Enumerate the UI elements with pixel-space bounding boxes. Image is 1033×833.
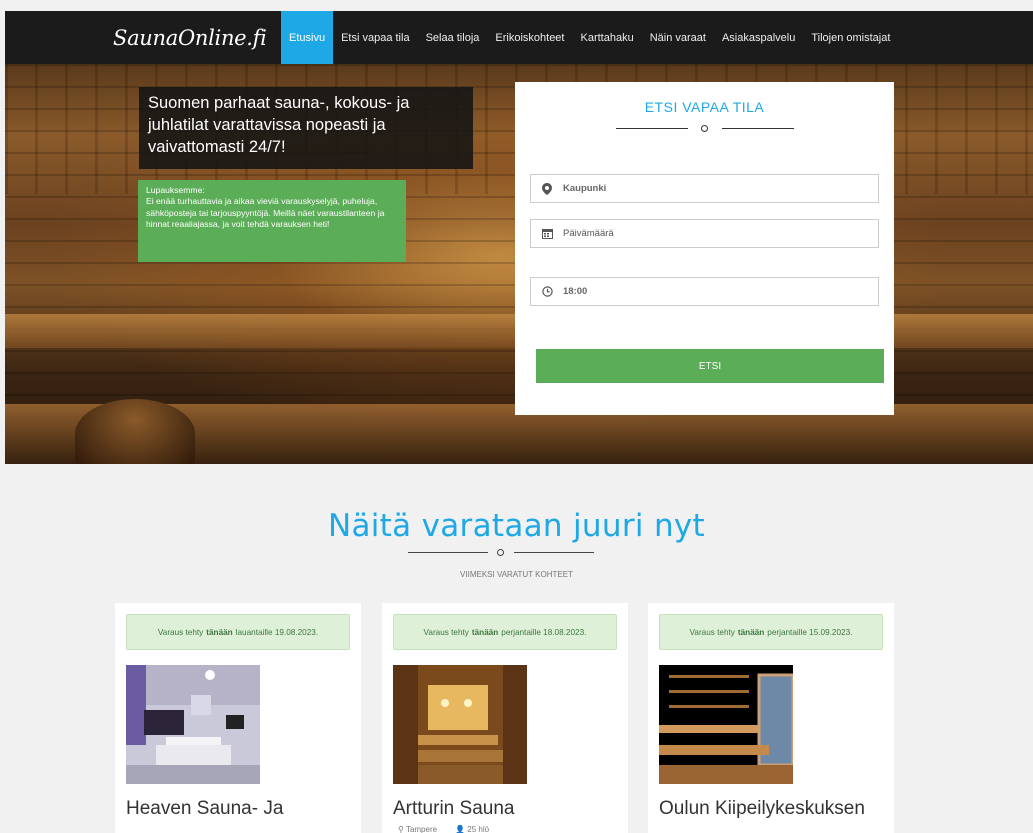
nav-item-nain-varaat[interactable]: Näin varaat bbox=[642, 11, 714, 64]
listing-image[interactable] bbox=[659, 665, 793, 784]
section-subtitle: VIIMEKSI VARATUT KOHTEET bbox=[460, 570, 573, 579]
nav-item-etsi-vapaa-tila[interactable]: Etsi vapaa tila bbox=[333, 11, 417, 64]
listing-capacity: 👤 25 hlö bbox=[455, 825, 490, 833]
city-placeholder: Kaupunki bbox=[563, 183, 607, 194]
nav-item-asiakaspalvelu[interactable]: Asiakaspalvelu bbox=[714, 11, 803, 64]
promise-text: Ei enää turhauttavia ja aikaa vieviä var… bbox=[146, 196, 385, 229]
sauna-bucket-image bbox=[75, 399, 195, 464]
promise-title: Lupauksemme: bbox=[146, 185, 205, 195]
listing-city: ⚲ Tampere bbox=[398, 825, 438, 833]
hero-tagline: Suomen parhaat sauna-, kokous- ja juhlat… bbox=[139, 87, 473, 169]
listing-card[interactable]: Varaus tehty tänään perjantaille 15.09.202… bbox=[648, 603, 894, 833]
listing-card[interactable]: Varaus tehty tänään lauantaille 19.08.2023… bbox=[115, 603, 361, 833]
main-menu: Etusivu Etsi vapaa tila Selaa tiloja Eri… bbox=[281, 11, 898, 64]
search-button[interactable]: ETSI bbox=[536, 349, 884, 383]
listing-name[interactable]: Oulun Kiipeilykeskuksen bbox=[659, 797, 865, 821]
listing-image[interactable] bbox=[393, 665, 527, 784]
listing-meta: ⚲ Tampere 👤 25 hlö bbox=[398, 825, 489, 833]
listing-name[interactable]: Heaven Sauna- Ja bbox=[126, 797, 283, 821]
search-card-title: ETSI VAPAA TILA bbox=[644, 99, 765, 115]
promise-box: Lupauksemme: Ei enää turhauttavia ja aik… bbox=[138, 180, 406, 262]
calendar-icon bbox=[541, 228, 553, 240]
listing-image[interactable] bbox=[126, 665, 260, 784]
time-field[interactable]: 18:00 bbox=[530, 277, 879, 306]
nav-item-karttahaku[interactable]: Karttahaku bbox=[572, 11, 641, 64]
nav-item-erikoiskohteet[interactable]: Erikoiskohteet bbox=[487, 11, 572, 64]
search-card: ETSI VAPAA TILA Kaupunki Päivämäärä 18:0… bbox=[515, 82, 894, 415]
site-logo[interactable]: SaunaOnline.fi bbox=[113, 26, 267, 50]
map-marker-icon bbox=[541, 182, 553, 195]
date-placeholder: Päivämäärä bbox=[563, 228, 614, 239]
date-field[interactable]: Päivämäärä bbox=[530, 219, 879, 248]
section-title: Näitä varataan juuri nyt bbox=[327, 508, 705, 544]
booking-badge: Varaus tehty tänään perjantaille 18.08.202… bbox=[393, 614, 617, 650]
clock-icon bbox=[541, 286, 553, 298]
nav-item-tilojen-omistajat[interactable]: Tilojen omistajat bbox=[803, 11, 898, 64]
listing-card[interactable]: Varaus tehty tänään perjantaille 18.08.202… bbox=[382, 603, 628, 833]
nav-item-etusivu[interactable]: Etusivu bbox=[281, 11, 334, 64]
time-value: 18:00 bbox=[563, 286, 588, 297]
section-divider bbox=[408, 548, 594, 558]
map-marker-icon: ⚲ bbox=[398, 825, 404, 833]
top-navbar: SaunaOnline.fi Etusivu Etsi vapaa tila S… bbox=[5, 11, 1033, 64]
booking-badge: Varaus tehty tänään perjantaille 15.09.202… bbox=[659, 614, 883, 650]
city-field[interactable]: Kaupunki bbox=[530, 174, 879, 203]
listing-name[interactable]: Artturin Sauna bbox=[393, 797, 514, 821]
nav-item-selaa-tiloja[interactable]: Selaa tiloja bbox=[418, 11, 488, 64]
ornament-divider bbox=[616, 124, 794, 134]
person-icon: 👤 bbox=[455, 825, 466, 833]
booking-badge: Varaus tehty tänään lauantaille 19.08.2023… bbox=[126, 614, 350, 650]
